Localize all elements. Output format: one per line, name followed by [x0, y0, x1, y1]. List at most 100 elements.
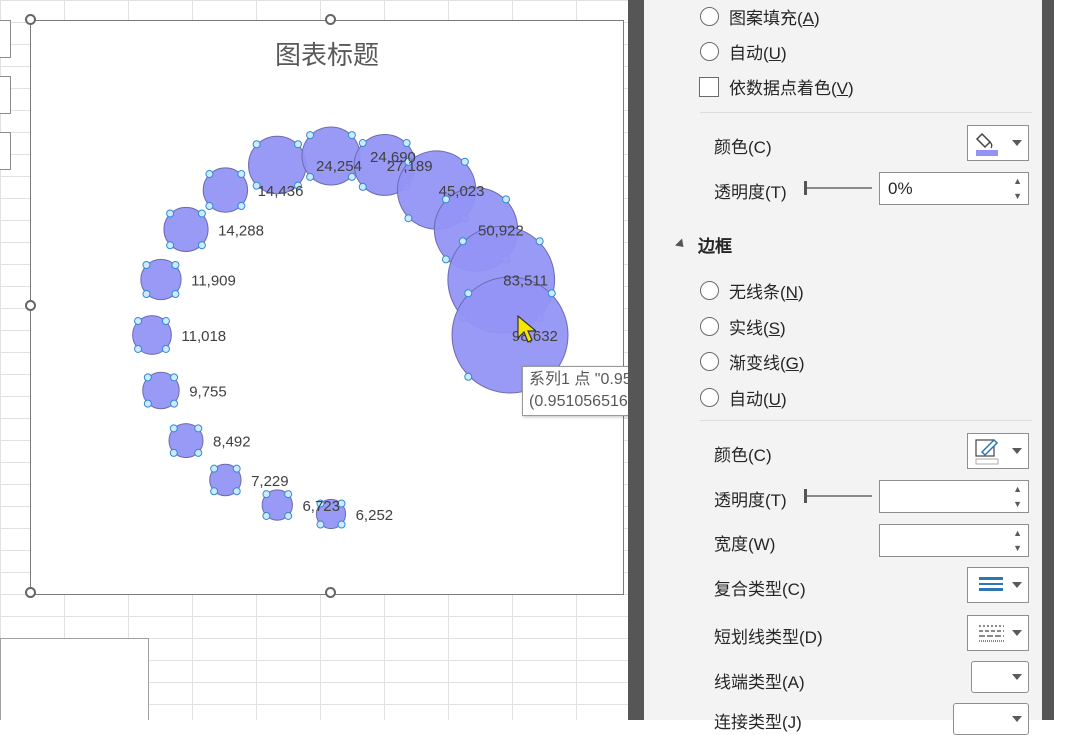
option-vary-colors[interactable]: 依数据点着色(V) — [699, 74, 854, 99]
chart-area[interactable]: 图表标题 6,252 6,723 7,229 8,492 9,755 11,018 11,9… — [30, 20, 624, 595]
width-input[interactable]: ▲ ▼ — [879, 524, 1029, 557]
selection-marker[interactable] — [197, 241, 206, 250]
selection-marker[interactable] — [547, 289, 556, 298]
selection-marker[interactable] — [306, 131, 315, 140]
selection-marker[interactable] — [210, 487, 219, 496]
selection-marker[interactable] — [161, 344, 170, 353]
fill-transparency-input[interactable]: 0% ▲ ▼ — [879, 172, 1029, 205]
radio-icon[interactable] — [700, 352, 719, 371]
spin-up-icon[interactable]: ▲ — [1013, 484, 1022, 494]
option-gradient-line[interactable]: 渐变线(G) — [700, 349, 805, 374]
line-transparency-input[interactable]: ▲ ▼ — [879, 480, 1029, 513]
selection-marker[interactable] — [194, 424, 203, 433]
selection-marker[interactable] — [171, 290, 180, 299]
option-auto-line[interactable]: 自动(U) — [700, 385, 787, 410]
cap-type-dropdown[interactable] — [971, 661, 1029, 693]
selection-marker[interactable] — [535, 237, 544, 246]
spin-up-icon[interactable]: ▲ — [1013, 176, 1022, 186]
bubble-plot[interactable]: 6,252 6,723 7,229 8,492 9,755 11,018 11,909 14,… — [31, 21, 623, 594]
resize-handle-bottom-left[interactable] — [25, 587, 36, 598]
worksheet-grid[interactable]: 图表标题 6,252 6,723 7,229 8,492 9,755 11,018 11,9… — [0, 0, 628, 720]
dash-type-dropdown[interactable] — [967, 615, 1029, 651]
line-color-picker[interactable] — [967, 433, 1029, 469]
selection-marker[interactable] — [232, 464, 241, 473]
selection-marker[interactable] — [194, 448, 203, 457]
radio-icon[interactable] — [700, 42, 719, 61]
pane-scrollbar[interactable] — [1042, 0, 1054, 720]
fill-color-picker[interactable] — [967, 125, 1029, 161]
selection-marker[interactable] — [166, 209, 175, 218]
radio-icon[interactable] — [700, 7, 719, 26]
spin-up-icon[interactable]: ▲ — [1013, 528, 1022, 538]
chart-side-button-styles[interactable] — [0, 76, 11, 114]
selection-marker[interactable] — [347, 131, 356, 140]
data-label: 24,254 — [316, 158, 362, 175]
option-pattern-fill[interactable]: 图案填充(A) — [700, 4, 820, 29]
chart-side-button-elements[interactable] — [0, 20, 11, 58]
selection-marker[interactable] — [197, 209, 206, 218]
divider — [700, 420, 1032, 421]
selection-marker[interactable] — [294, 140, 303, 149]
radio-icon[interactable] — [700, 317, 719, 336]
selection-marker[interactable] — [237, 201, 246, 210]
selection-marker[interactable] — [252, 140, 261, 149]
selection-marker[interactable] — [358, 182, 367, 191]
selection-marker[interactable] — [142, 260, 151, 269]
selection-marker[interactable] — [501, 195, 510, 204]
selection-marker[interactable] — [166, 241, 175, 250]
selection-marker[interactable] — [143, 373, 152, 382]
selection-marker[interactable] — [161, 317, 170, 326]
selection-marker[interactable] — [232, 487, 241, 496]
selection-marker[interactable] — [262, 490, 271, 499]
resize-handle-bottom[interactable] — [325, 587, 336, 598]
chart-side-button-filters[interactable] — [0, 132, 11, 170]
collapse-triangle-icon — [674, 238, 688, 251]
fill-transparency-slider[interactable] — [804, 181, 872, 195]
selection-marker[interactable] — [284, 511, 293, 520]
sheet-shape-box[interactable] — [0, 638, 149, 720]
selection-marker[interactable] — [441, 255, 450, 264]
selection-marker[interactable] — [404, 214, 413, 223]
selection-marker[interactable] — [134, 344, 143, 353]
resize-handle-top[interactable] — [325, 14, 336, 25]
selection-marker[interactable] — [171, 260, 180, 269]
selection-marker[interactable] — [237, 170, 246, 179]
option-no-line[interactable]: 无线条(N) — [700, 278, 804, 303]
selection-marker[interactable] — [460, 157, 469, 166]
selection-marker[interactable] — [143, 399, 152, 408]
radio-icon[interactable] — [700, 388, 719, 407]
checkbox-icon[interactable] — [699, 76, 719, 97]
selection-marker[interactable] — [262, 511, 271, 520]
line-transparency-slider[interactable] — [804, 489, 872, 503]
selection-marker[interactable] — [464, 372, 473, 381]
resize-handle-left[interactable] — [25, 300, 36, 311]
border-section-header[interactable]: 边框 — [674, 232, 732, 257]
selection-marker[interactable] — [464, 289, 473, 298]
spin-down-icon[interactable]: ▼ — [1013, 499, 1022, 509]
selection-marker[interactable] — [142, 290, 151, 299]
selection-marker[interactable] — [205, 170, 214, 179]
option-auto-fill[interactable]: 自动(U) — [700, 39, 787, 64]
option-solid-line[interactable]: 实线(S) — [700, 314, 786, 339]
selection-marker[interactable] — [170, 373, 179, 382]
join-type-dropdown[interactable] — [953, 703, 1029, 735]
selection-marker[interactable] — [458, 237, 467, 246]
selection-marker[interactable] — [169, 424, 178, 433]
compound-type-dropdown[interactable] — [967, 567, 1029, 603]
selection-marker[interactable] — [402, 139, 411, 148]
selection-marker[interactable] — [358, 139, 367, 148]
selection-marker[interactable] — [210, 464, 219, 473]
selection-marker[interactable] — [205, 201, 214, 210]
selection-marker[interactable] — [134, 317, 143, 326]
selection-marker[interactable] — [337, 520, 346, 529]
selection-marker[interactable] — [316, 520, 325, 529]
selection-marker[interactable] — [170, 399, 179, 408]
pane-divider[interactable] — [628, 0, 644, 720]
resize-handle-top-left[interactable] — [25, 14, 36, 25]
radio-icon[interactable] — [700, 281, 719, 300]
selection-marker[interactable] — [169, 448, 178, 457]
selection-marker[interactable] — [284, 490, 293, 499]
spin-down-icon[interactable]: ▼ — [1013, 543, 1022, 553]
spin-down-icon[interactable]: ▼ — [1013, 191, 1022, 201]
selection-marker[interactable] — [306, 172, 315, 181]
